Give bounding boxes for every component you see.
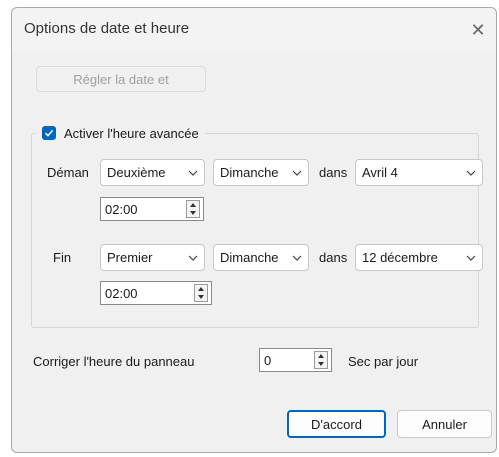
chevron-down-icon: [286, 255, 308, 261]
chevron-down-icon: [182, 170, 204, 176]
panel-correction-spinner[interactable]: 0: [259, 348, 332, 372]
dst-checkbox-label: Activer l'heure avancée: [64, 125, 199, 141]
dst-checkbox-row[interactable]: Activer l'heure avancée: [36, 122, 205, 144]
set-date-time-button[interactable]: Régler la date et: [36, 66, 206, 92]
end-week-select[interactable]: Premier: [100, 244, 205, 271]
end-month-value: 12 décembre: [362, 250, 438, 265]
start-month-value: Avril 4: [362, 165, 398, 180]
ok-button[interactable]: D'accord: [287, 410, 386, 438]
start-in-label: dans: [319, 165, 348, 180]
end-time-value[interactable]: 02:00: [105, 286, 194, 301]
start-label: Déman: [47, 165, 89, 180]
end-day-value: Dimanche: [220, 250, 279, 265]
date-time-options-dialog: Options de date et heure ✕ Régler la dat…: [11, 7, 497, 453]
start-week-select[interactable]: Deuxième: [100, 159, 205, 186]
panel-correction-label: Corriger l'heure du panneau: [33, 354, 195, 369]
end-month-select[interactable]: 12 décembre: [355, 244, 483, 271]
start-week-value: Deuxième: [107, 165, 166, 180]
chevron-down-icon: [460, 170, 482, 176]
dialog-title: Options de date et heure: [24, 20, 190, 37]
start-time-spinner[interactable]: 02:00: [100, 197, 204, 221]
end-week-value: Premier: [107, 250, 153, 265]
end-day-select[interactable]: Dimanche: [213, 244, 309, 271]
close-icon[interactable]: ✕: [463, 15, 493, 45]
end-label: Fin: [53, 250, 72, 265]
spinner-arrows-icon[interactable]: [194, 284, 208, 302]
spinner-arrows-icon[interactable]: [314, 351, 328, 369]
panel-correction-unit: Sec par jour: [348, 354, 419, 369]
spinner-arrows-icon[interactable]: [186, 200, 200, 218]
chevron-down-icon: [286, 170, 308, 176]
start-day-value: Dimanche: [220, 165, 279, 180]
chevron-down-icon: [182, 255, 204, 261]
chevron-down-icon: [460, 255, 482, 261]
cancel-button[interactable]: Annuler: [397, 410, 492, 438]
end-time-spinner[interactable]: 02:00: [100, 281, 212, 305]
start-time-value[interactable]: 02:00: [105, 202, 186, 217]
end-in-label: dans: [319, 250, 348, 265]
checkbox-checked-icon[interactable]: [42, 126, 56, 140]
title-bar: Options de date et heure ✕: [12, 8, 496, 51]
start-day-select[interactable]: Dimanche: [213, 159, 309, 186]
start-month-select[interactable]: Avril 4: [355, 159, 483, 186]
panel-correction-value[interactable]: 0: [264, 353, 314, 368]
